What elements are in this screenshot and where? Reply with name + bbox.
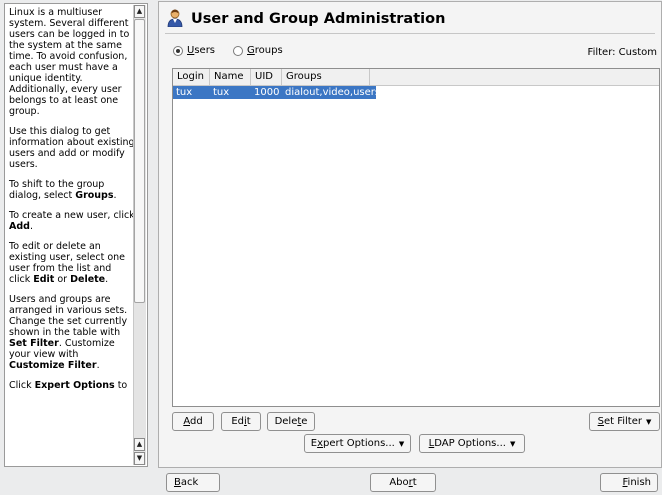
help-paragraph-1: Linux is a multiuser system. Several dif… [9, 7, 135, 117]
finish-button[interactable]: Finish [600, 473, 658, 492]
label-part: et Filter [603, 416, 642, 427]
column-header-groups[interactable]: Groups [282, 69, 370, 85]
help-paragraph-3: To shift to the group dialog, select Gro… [9, 179, 135, 201]
cell-login: tux [176, 87, 193, 98]
title-row: User and Group Administration [167, 8, 445, 30]
help-bold-term: Add [9, 221, 30, 232]
delete-button-label: Delete [275, 416, 308, 427]
set-filter-button-label: Set Filter [598, 416, 642, 427]
cell-groups: dialout,video,users [285, 87, 376, 98]
help-paragraph-7: Click Expert Options to [9, 380, 135, 391]
scroll-down-button[interactable]: ▼ [134, 452, 145, 465]
abort-button[interactable]: Abort [370, 473, 436, 492]
expert-options-button[interactable]: Expert Options... ▼ [304, 434, 411, 453]
radio-users-label: Users [187, 45, 215, 56]
ldap-options-button-label: LDAP Options... [429, 438, 506, 449]
help-text: Linux is a multiuser system. Several dif… [9, 7, 135, 400]
scroll-up-button[interactable]: ▲ [134, 5, 145, 18]
view-selector: Users Groups [173, 45, 301, 56]
help-panel: Linux is a multiuser system. Several dif… [4, 3, 148, 467]
expert-options-button-label: Expert Options... [311, 438, 395, 449]
label-part: pert Options... [323, 438, 395, 449]
mnemonic-letter: B [174, 477, 181, 488]
ldap-options-button[interactable]: LDAP Options... ▼ [419, 434, 525, 453]
mnemonic-letter: A [183, 416, 190, 427]
arrow-up-icon: ▲ [136, 7, 143, 15]
arrow-down-icon: ▼ [136, 454, 143, 462]
label-part: inish [627, 477, 651, 488]
label-part: t [412, 477, 417, 488]
label-part: ack [180, 477, 199, 488]
mnemonic-g: G [247, 45, 255, 56]
help-text-run: . [113, 190, 117, 201]
radio-button-checked[interactable] [173, 45, 183, 56]
help-bold-term: Groups [75, 190, 114, 201]
edit-button-label: Edit [231, 416, 250, 427]
column-header-login[interactable]: Login [173, 69, 210, 85]
label-part: t [246, 416, 251, 427]
back-button[interactable]: Back [166, 473, 220, 492]
help-bold-term: Delete [70, 274, 106, 285]
back-button-label: Back [174, 477, 198, 488]
help-text-run: . [29, 221, 33, 232]
main-dialog: User and Group Administration Users Grou… [158, 1, 662, 468]
help-paragraph-6: Users and groups are arranged in various… [9, 294, 135, 371]
triangle-down-icon: ▼ [509, 440, 516, 448]
add-button-label: Add [183, 416, 202, 427]
help-scrollbar[interactable]: ▲ ▲ ▼ [133, 5, 146, 465]
label-part: Ed [231, 416, 244, 427]
label-part: e [301, 416, 308, 427]
bottom-button-bar: Back Abort Finish [0, 470, 662, 495]
cell-name: tux [213, 87, 230, 98]
help-text-run: To create a new user, click [9, 210, 135, 221]
help-text-run: . [105, 274, 109, 285]
help-bold-term: Set Filter [9, 338, 59, 349]
scroll-up-lower-button[interactable]: ▲ [134, 438, 145, 451]
column-header-uid[interactable]: UID [251, 69, 282, 85]
cell-uid: 1000 [254, 87, 280, 98]
arrow-up-icon: ▲ [136, 440, 143, 448]
user-admin-icon [167, 9, 183, 30]
help-paragraph-2: Use this dialog to get information about… [9, 126, 135, 170]
triangle-down-icon: ▼ [398, 440, 405, 448]
set-filter-button[interactable]: Set Filter ▼ [589, 412, 660, 431]
help-text-run: Users and groups are arranged in various… [9, 294, 128, 338]
add-button[interactable]: Add [172, 412, 214, 431]
help-bold-term: Edit [33, 274, 55, 285]
help-text-run: . [96, 360, 100, 371]
title-divider [165, 33, 655, 34]
radio-groups[interactable]: Groups [233, 45, 283, 56]
users-table[interactable]: Login Name UID Groups tux tux 1000 dialo… [172, 68, 660, 407]
radio-users-label-rest: sers [194, 45, 216, 56]
radio-groups-label: Groups [247, 45, 283, 56]
finish-button-label: Finish [623, 477, 651, 488]
radio-button-unchecked[interactable] [233, 45, 244, 56]
label-part: Dele [274, 416, 298, 427]
abort-button-label: Abort [389, 477, 416, 488]
edit-button[interactable]: Edit [221, 412, 261, 431]
help-text-run: Linux is a multiuser system. Several dif… [9, 7, 130, 117]
label-part: dd [189, 416, 203, 427]
label-part: Abo [389, 477, 409, 488]
page-title: User and Group Administration [191, 11, 446, 27]
triangle-down-icon: ▼ [646, 418, 652, 426]
label-part: DAP Options... [434, 438, 506, 449]
filter-label: Filter: Custom [587, 47, 657, 58]
column-header-name[interactable]: Name [210, 69, 251, 85]
help-paragraph-4: To create a new user, click Add. [9, 210, 135, 232]
radio-groups-label-rest: roups [254, 45, 283, 56]
help-paragraph-5: To edit or delete an existing user, sele… [9, 241, 135, 285]
help-text-run: Use this dialog to get information about… [9, 126, 135, 170]
scroll-thumb[interactable] [134, 19, 145, 303]
table-row[interactable]: tux tux 1000 dialout,video,users [173, 86, 376, 99]
help-text-run: Click [9, 380, 35, 391]
delete-button[interactable]: Delete [267, 412, 315, 431]
radio-users[interactable]: Users [173, 45, 215, 56]
table-header: Login Name UID Groups [173, 69, 659, 86]
help-bold-term: Expert Options [34, 380, 115, 391]
help-text-run: to [114, 380, 128, 391]
help-text-run: or [54, 274, 71, 285]
help-bold-term: Customize Filter [9, 360, 97, 371]
